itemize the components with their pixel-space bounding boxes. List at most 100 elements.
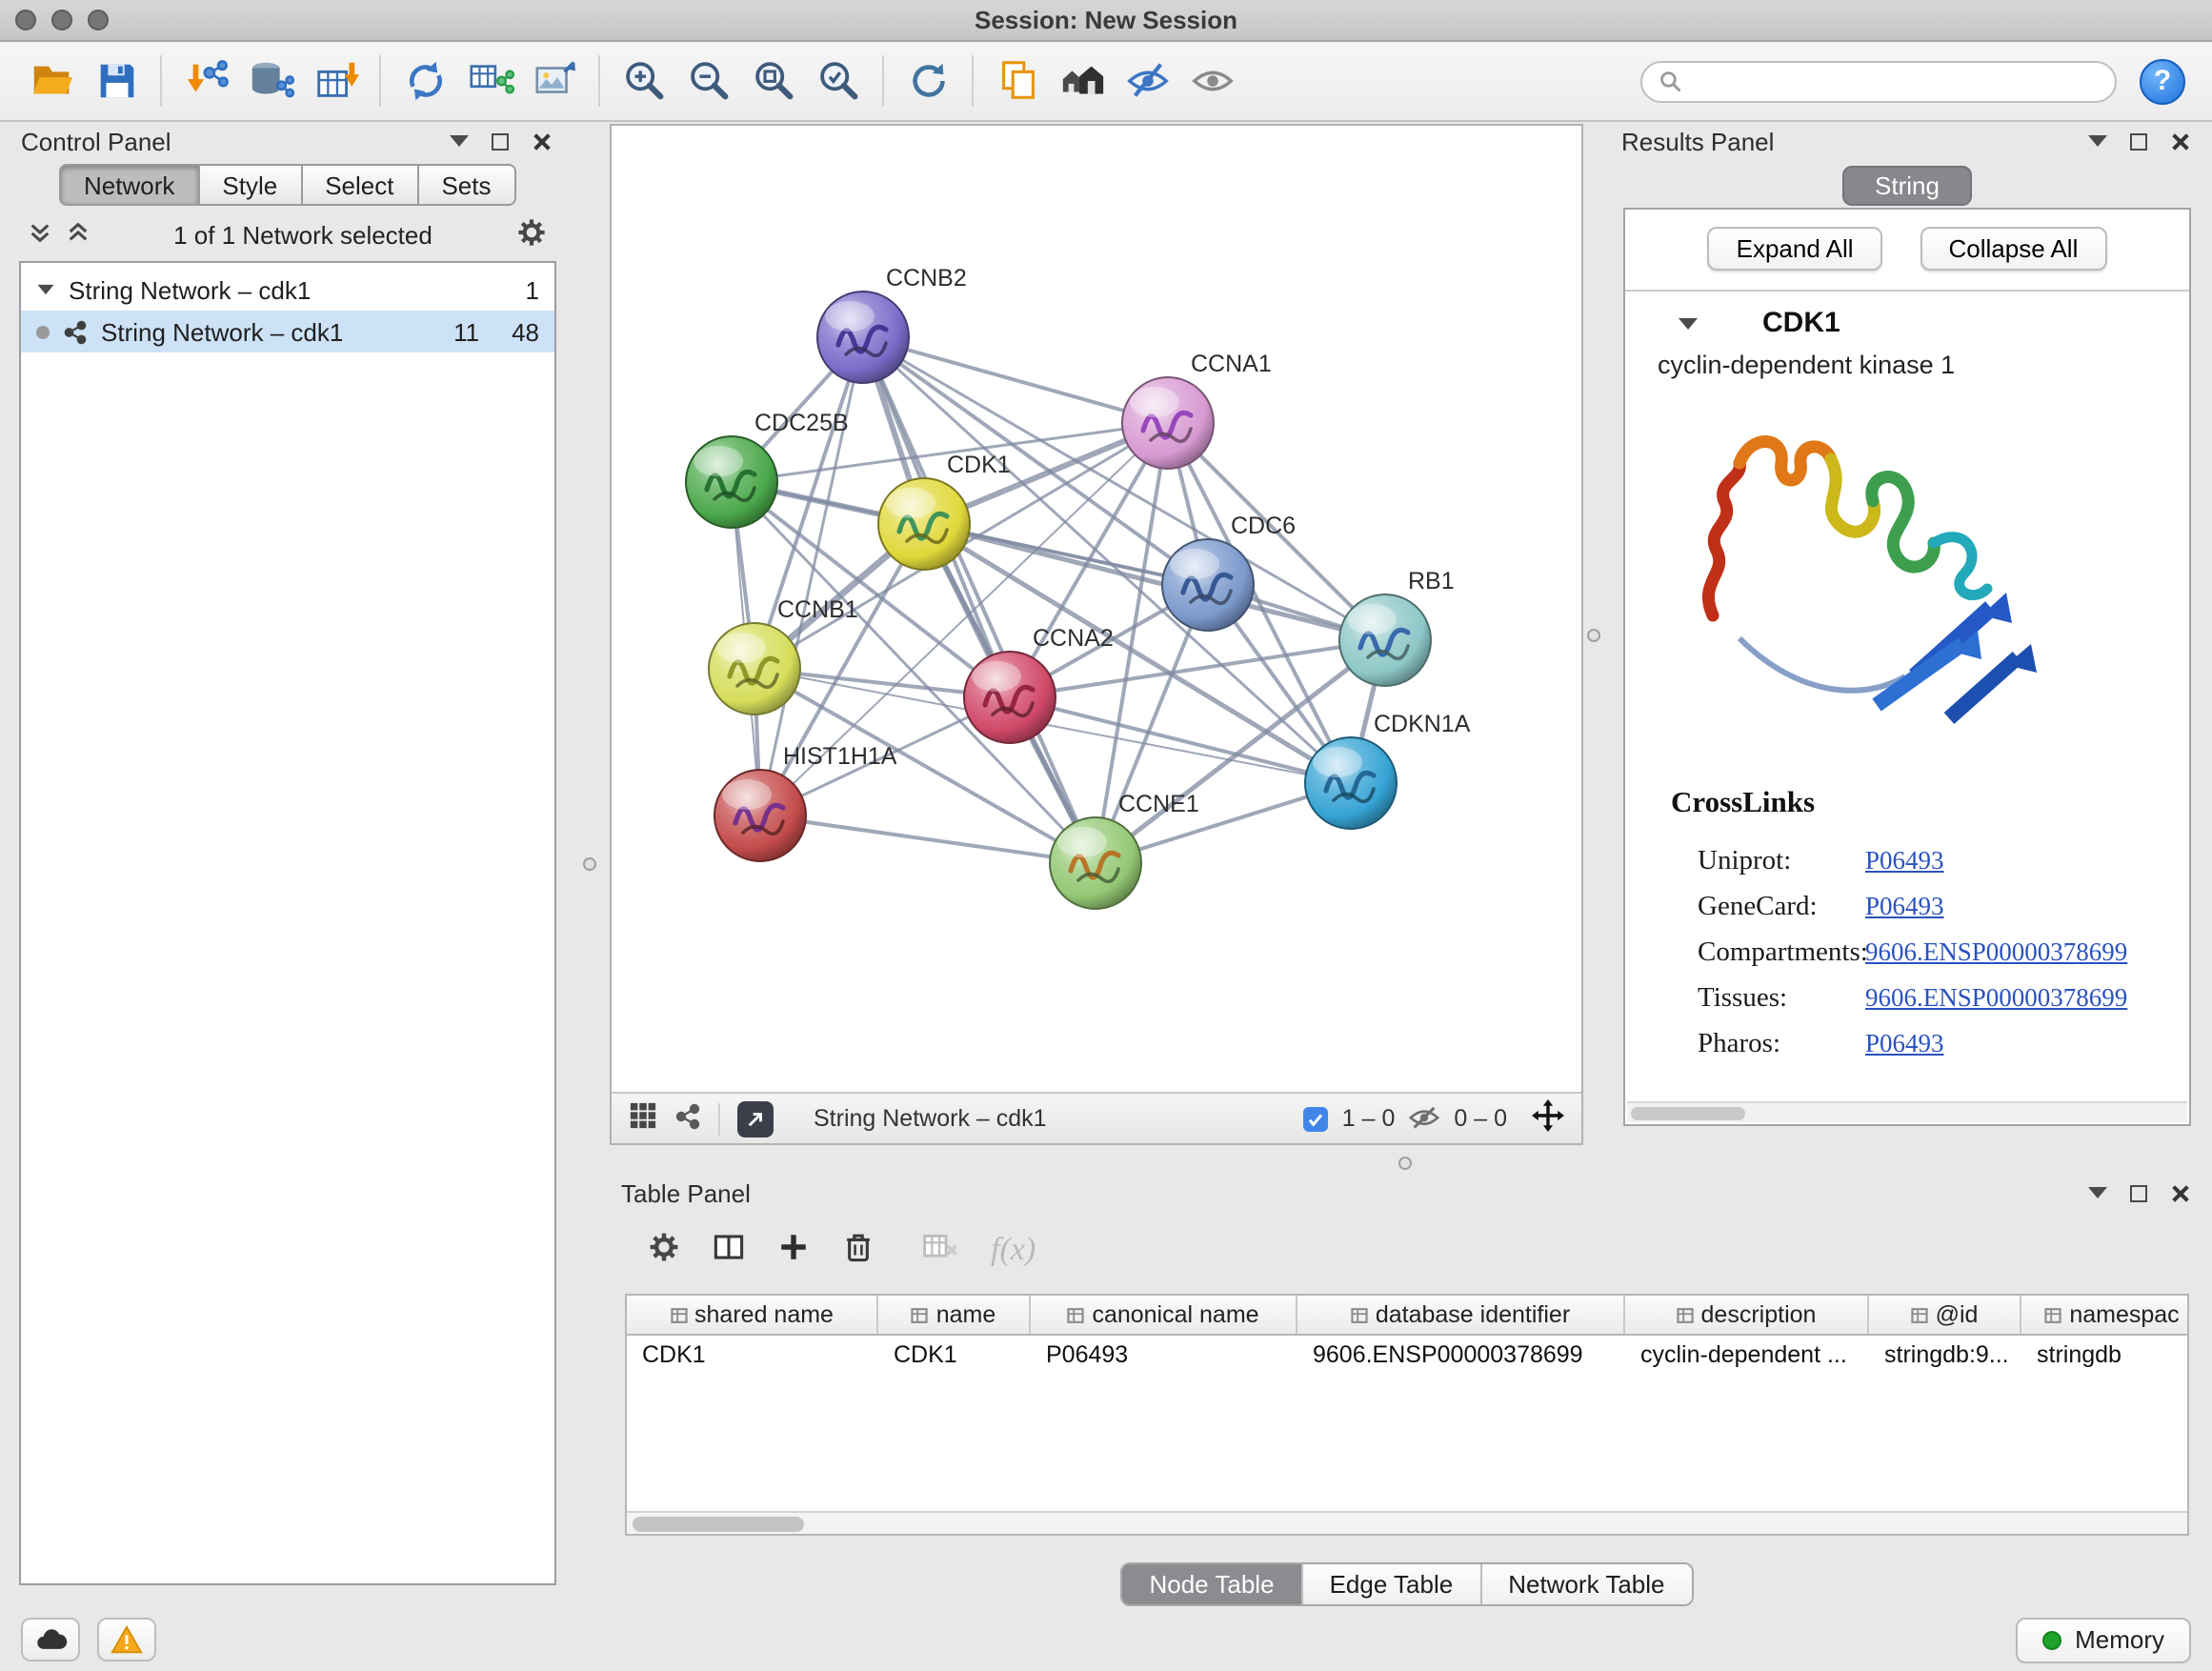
edge-CCNB2-CCNE1[interactable] xyxy=(863,337,1096,863)
pan-mode-button[interactable] xyxy=(1532,1099,1564,1137)
copy-button[interactable] xyxy=(985,50,1050,111)
network-from-selection-button[interactable] xyxy=(392,50,457,111)
crosslink-link[interactable]: 9606.ENSP00000378699 xyxy=(1865,930,2127,976)
node-label-CCNB1: CCNB1 xyxy=(777,596,858,623)
panel-menu-button[interactable] xyxy=(446,129,471,153)
delete-column-button[interactable] xyxy=(842,1231,875,1269)
edge-CDK1-RB1[interactable] xyxy=(924,524,1385,640)
network-row[interactable]: String Network – cdk1 11 48 xyxy=(21,311,554,352)
zoom-fit-button[interactable] xyxy=(741,50,806,111)
birdseye-view-button[interactable] xyxy=(674,1102,701,1135)
scrollbar-thumb[interactable] xyxy=(633,1517,804,1532)
tab-string[interactable]: String xyxy=(1842,166,1972,206)
zoom-out-button[interactable] xyxy=(676,50,741,111)
crosslink-row: GeneCard: P06493 xyxy=(1671,884,2189,930)
help-button[interactable]: ? xyxy=(2140,58,2185,104)
network-node-CCNB1[interactable]: CCNB1 xyxy=(709,596,858,715)
cell-name[interactable]: CDK1 xyxy=(878,1340,1031,1367)
panel-float-button[interactable] xyxy=(2126,129,2151,153)
column-header-namespace[interactable]: namespac xyxy=(2021,1296,2202,1334)
search-input[interactable] xyxy=(1692,68,2098,94)
panel-close-button[interactable] xyxy=(2168,129,2193,153)
edge-HIST1H1A-CCNE1[interactable] xyxy=(760,815,1096,863)
show-columns-button[interactable] xyxy=(713,1231,745,1269)
splitter-handle[interactable] xyxy=(583,857,596,871)
column-header-name[interactable]: name xyxy=(878,1296,1031,1334)
network-node-CCNA1[interactable]: CCNA1 xyxy=(1122,351,1272,469)
network-options-gear-button[interactable] xyxy=(516,216,547,252)
tab-network-table[interactable]: Network Table xyxy=(1479,1564,1691,1604)
scrollbar-thumb[interactable] xyxy=(1631,1107,1745,1120)
column-header-description[interactable]: description xyxy=(1625,1296,1869,1334)
crosslink-link[interactable]: 9606.ENSP00000378699 xyxy=(1865,976,2127,1021)
cell-id[interactable]: stringdb:9... xyxy=(1869,1340,2021,1367)
tab-select[interactable]: Select xyxy=(302,164,418,206)
panel-close-button[interactable] xyxy=(2168,1180,2193,1205)
zoom-in-button[interactable] xyxy=(612,50,676,111)
table-options-gear-button[interactable] xyxy=(648,1231,680,1269)
import-network-from-database-button[interactable] xyxy=(238,50,303,111)
network-node-CDKN1A[interactable]: CDKN1A xyxy=(1305,711,1471,829)
network-node-HIST1H1A[interactable]: HIST1H1A xyxy=(714,743,897,861)
table-horizontal-scrollbar[interactable] xyxy=(627,1511,2187,1534)
splitter-handle[interactable] xyxy=(1398,1157,1412,1170)
zoom-selected-button[interactable] xyxy=(806,50,871,111)
save-session-button[interactable] xyxy=(84,50,149,111)
memory-button[interactable]: Memory xyxy=(2016,1617,2191,1662)
column-header-canonical-name[interactable]: canonical name xyxy=(1031,1296,1297,1334)
network-node-CDK1[interactable]: CDK1 xyxy=(878,452,1011,570)
crosslink-link[interactable]: P06493 xyxy=(1865,884,1944,930)
import-network-from-file-button[interactable] xyxy=(173,50,238,111)
tab-style[interactable]: Style xyxy=(199,164,302,206)
expand-all-networks-button[interactable] xyxy=(29,220,51,249)
expand-all-button[interactable]: Expand All xyxy=(1708,227,1882,271)
results-horizontal-scrollbar[interactable] xyxy=(1627,1101,2187,1122)
warnings-button[interactable] xyxy=(97,1618,156,1661)
network-from-table-button[interactable] xyxy=(457,50,522,111)
tab-edge-table[interactable]: Edge Table xyxy=(1301,1564,1480,1604)
selected-checkbox-icon[interactable] xyxy=(1304,1106,1329,1131)
panel-menu-button[interactable] xyxy=(2084,129,2109,153)
crosslink-link[interactable]: P06493 xyxy=(1865,1021,1944,1067)
cell-database-identifier[interactable]: 9606.ENSP00000378699 xyxy=(1297,1340,1625,1367)
protein-section-header[interactable]: CDK1 xyxy=(1625,292,2189,339)
panel-menu-button[interactable] xyxy=(2084,1180,2109,1205)
grid-mode-button[interactable] xyxy=(629,1101,657,1136)
first-neighbors-button[interactable] xyxy=(1050,50,1115,111)
collection-row[interactable]: String Network – cdk1 1 xyxy=(21,269,554,311)
panel-float-button[interactable] xyxy=(488,129,513,153)
cell-namespace[interactable]: stringdb xyxy=(2021,1340,2202,1367)
table-row[interactable]: CDK1 CDK1 P06493 9606.ENSP00000378699 cy… xyxy=(627,1336,2187,1372)
tab-network[interactable]: Network xyxy=(59,164,199,206)
show-all-button[interactable] xyxy=(1179,50,1244,111)
hide-selected-button[interactable] xyxy=(1115,50,1179,111)
splitter-handle[interactable] xyxy=(1587,629,1600,642)
tab-node-table[interactable]: Node Table xyxy=(1122,1564,1300,1604)
tab-sets[interactable]: Sets xyxy=(418,164,515,206)
collapse-all-networks-button[interactable] xyxy=(67,220,90,249)
panel-float-button[interactable] xyxy=(2126,1180,2151,1205)
float-window-icon xyxy=(492,132,509,150)
cell-shared-name[interactable]: CDK1 xyxy=(627,1340,878,1367)
table-panel-header: Table Panel xyxy=(610,1176,2204,1210)
import-table-from-file-button[interactable] xyxy=(303,50,368,111)
export-image-button[interactable] xyxy=(522,50,587,111)
collapse-all-button[interactable]: Collapse All xyxy=(1920,227,2107,271)
open-session-button[interactable] xyxy=(19,50,84,111)
create-column-button[interactable] xyxy=(777,1231,810,1269)
search-box[interactable] xyxy=(1640,60,2117,102)
network-node-CCNB2[interactable]: CCNB2 xyxy=(817,265,967,383)
crosslink-link[interactable]: P06493 xyxy=(1865,838,1944,884)
cell-canonical-name[interactable]: P06493 xyxy=(1031,1340,1297,1367)
column-header-shared-name[interactable]: shared name xyxy=(627,1296,878,1334)
network-canvas[interactable]: CCNB2CCNA1CDC25BCDK1CDC6RB1CCNB1CCNA2CDK… xyxy=(612,126,1581,1092)
apply-preferred-layout-button[interactable] xyxy=(895,50,960,111)
network-node-RB1[interactable]: RB1 xyxy=(1339,568,1455,686)
cell-description[interactable]: cyclin-dependent ... xyxy=(1625,1340,1869,1367)
export-view-button[interactable] xyxy=(737,1100,774,1137)
network-canvas-svg[interactable]: CCNB2CCNA1CDC25BCDK1CDC6RB1CCNB1CCNA2CDK… xyxy=(612,126,1581,1092)
panel-close-button[interactable] xyxy=(530,129,554,153)
column-header-database-identifier[interactable]: database identifier xyxy=(1297,1296,1625,1334)
cloud-status-button[interactable] xyxy=(21,1618,80,1661)
column-header-id[interactable]: @id xyxy=(1869,1296,2021,1334)
